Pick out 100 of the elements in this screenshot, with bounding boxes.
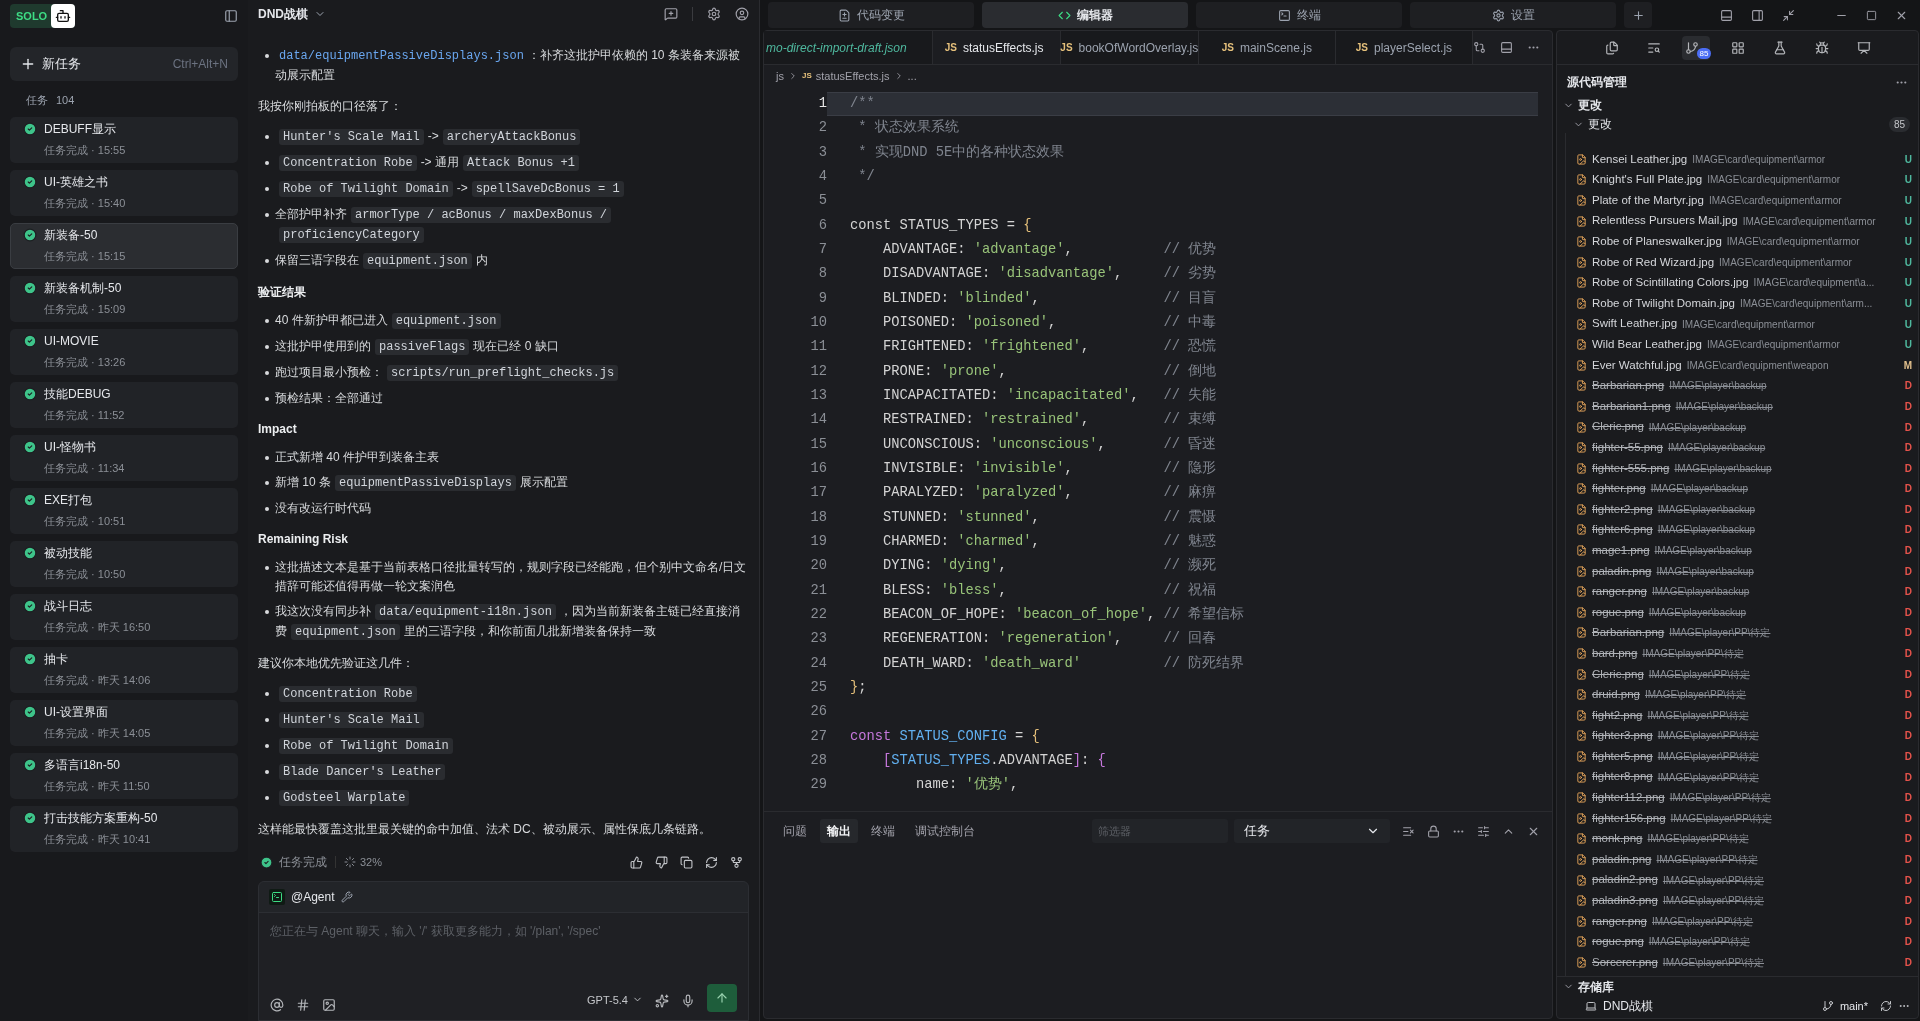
changed-file-row[interactable]: monk.png IMAGE\player\PP\待定 D (1566, 828, 1918, 850)
source-control-icon[interactable] (1684, 40, 1699, 55)
project-title[interactable]: DND战棋 (258, 5, 308, 23)
panel-tab[interactable]: 问题 (776, 819, 814, 843)
thumbs-up-icon[interactable] (630, 855, 643, 869)
changed-file-row[interactable]: Robe of Red Wizard.jpg IMAGE\card\equipment\armor U (1566, 251, 1918, 273)
changed-file-row[interactable]: paladin.png IMAGE\player\backup D (1566, 560, 1918, 582)
breadcrumb-item[interactable]: ... (907, 67, 917, 85)
changed-file-row[interactable]: rogue.png IMAGE\player\backup D (1566, 602, 1918, 623)
chat-input-field[interactable]: 您正在与 Agent 聊天，输入 '/' 获取更多能力，如 '/plan', '/spec' (259, 912, 748, 942)
image-icon[interactable] (322, 998, 336, 1012)
task-item[interactable]: UI-设置界面 任务完成 · 昨天 14:05 (10, 699, 238, 746)
extensions-icon[interactable] (1730, 40, 1745, 55)
task-item[interactable]: 被动技能 任务完成 · 10:50 (10, 540, 238, 587)
task-item[interactable]: UI-英雄之书 任务完成 · 15:40 (10, 169, 238, 216)
lock-icon[interactable] (1427, 824, 1440, 838)
changed-file-row[interactable]: fighter.png IMAGE\player\backup D (1566, 478, 1918, 500)
changed-file-row[interactable]: fighter156.png IMAGE\player\PP\待定 D (1566, 808, 1918, 829)
branch-icon[interactable] (730, 855, 743, 869)
changed-file-row[interactable]: fighter2.png IMAGE\player\backup D (1566, 499, 1918, 520)
view-tab[interactable]: 设置 (1410, 2, 1616, 28)
search-icon[interactable] (1646, 40, 1661, 55)
task-item[interactable]: 新装备-50 任务完成 · 15:15 (10, 222, 238, 269)
changed-file-row[interactable]: Wild Bear Leather.jpg IMAGE\card\equipment\armor U (1566, 334, 1918, 355)
output-channel-select[interactable]: 任务 (1234, 819, 1390, 843)
sidebar-toggle-icon[interactable] (224, 9, 238, 23)
editor-tab[interactable]: JS bookOfWordOverlay.js (1060, 31, 1199, 64)
compare-icon[interactable] (1473, 41, 1486, 54)
panel-tab[interactable]: 调试控制台 (908, 819, 982, 843)
breadcrumb-item[interactable]: js (776, 67, 784, 85)
changed-file-row[interactable]: fighter5.png IMAGE\player\PP\待定 D (1566, 746, 1918, 767)
changed-file-row[interactable]: mage1.png IMAGE\player\backup D (1566, 540, 1918, 561)
flask-icon[interactable] (1772, 40, 1787, 55)
section-header[interactable]: 更改 (1578, 96, 1602, 114)
task-item[interactable]: DEBUFF显示 任务完成 · 15:55 (10, 116, 238, 163)
new-chat-icon[interactable] (664, 7, 678, 21)
changed-file-row[interactable]: paladin2.png IMAGE\player\PP\待定 D (1566, 869, 1918, 891)
changed-file-row[interactable]: ranger.png IMAGE\player\PP\待定 D (1566, 910, 1918, 932)
collapse-icon[interactable] (1782, 8, 1795, 22)
editor-tab[interactable]: JS playerSelect.js (1335, 31, 1473, 64)
changed-file-row[interactable]: rogue.png IMAGE\player\PP\待定 D (1566, 931, 1918, 953)
changed-file-row[interactable]: Sorcerer.png IMAGE\player\PP\待定 D (1566, 952, 1918, 973)
changed-file-row[interactable]: fighter3.png IMAGE\player\PP\待定 D (1566, 725, 1918, 747)
changed-file-row[interactable]: fighter112.png IMAGE\player\PP\待定 D (1566, 787, 1918, 808)
sliders-icon[interactable] (1477, 824, 1490, 838)
repo-name[interactable]: DND战棋 (1603, 997, 1653, 1015)
changed-file-row[interactable]: fighter8.png IMAGE\player\PP\待定 D (1566, 766, 1918, 788)
mention-icon[interactable] (270, 998, 284, 1012)
task-item[interactable]: 新装备机制-50 任务完成 · 15:09 (10, 275, 238, 322)
settings-icon[interactable] (707, 7, 721, 21)
branch-name[interactable]: main* (1839, 997, 1868, 1015)
sparkle-icon[interactable] (655, 994, 669, 1008)
sync-icon[interactable] (1880, 1000, 1892, 1012)
changed-file-row[interactable]: paladin.png IMAGE\player\PP\待定 D (1566, 849, 1918, 870)
editor-tab[interactable]: mo-direct-import-draft.json (764, 31, 933, 64)
send-button[interactable] (707, 984, 737, 1012)
changed-file-row[interactable]: Kensei Leather.jpg IMAGE\card\equipment\armor U (1566, 149, 1918, 170)
changed-file-row[interactable]: Robe of Planeswalker.jpg IMAGE\card\equipment\armor U (1566, 231, 1918, 252)
mic-icon[interactable] (681, 994, 695, 1008)
task-item[interactable]: 技能DEBUG 任务完成 · 11:52 (10, 381, 238, 428)
task-item[interactable]: UI-怪物书 任务完成 · 11:34 (10, 434, 238, 481)
changed-file-row[interactable]: bard.png IMAGE\player\PP\待定 D (1566, 643, 1918, 664)
changed-file-row[interactable]: fighter6.png IMAGE\player\backup D (1566, 519, 1918, 541)
new-task-button[interactable]: 新任务 Ctrl+Alt+N (10, 47, 238, 81)
editor-tab[interactable]: JS mainScene.js (1198, 31, 1336, 64)
changed-file-row[interactable]: Cleric.png IMAGE\player\PP\待定 D (1566, 663, 1918, 685)
view-tab[interactable]: 代码变更 (768, 2, 974, 28)
add-tab-button[interactable] (1624, 2, 1652, 28)
changed-file-row[interactable]: paladin3.png IMAGE\player\PP\待定 D (1566, 890, 1918, 911)
changed-file-row[interactable]: ranger.png IMAGE\player\backup D (1566, 581, 1918, 603)
hash-icon[interactable] (296, 998, 310, 1012)
refresh-icon[interactable] (705, 855, 718, 869)
user-icon[interactable] (735, 7, 749, 21)
thumbs-down-icon[interactable] (655, 855, 668, 869)
panel-tab[interactable]: 输出 (820, 819, 858, 843)
task-item[interactable]: 打击技能方案重构-50 任务完成 · 昨天 10:41 (10, 805, 238, 852)
group-header[interactable]: 更改 (1588, 115, 1612, 133)
model-selector[interactable]: GPT-5.4 (587, 991, 643, 1008)
changed-file-row[interactable]: Robe of Twilight Domain.jpg IMAGE\card\equipment\arm... U (1566, 293, 1918, 314)
changed-file-row[interactable]: Robe of Scintillating Colors.jpg IMAGE\card\equipment\a... U (1566, 272, 1918, 294)
changed-file-row[interactable]: Ever Watchful.jpg IMAGE\card\equipment\weapon M (1566, 354, 1918, 376)
explorer-icon[interactable] (1604, 40, 1619, 55)
file-link[interactable]: data/equipmentPassiveDisplays.json (279, 49, 524, 63)
changed-file-row[interactable]: druid.png IMAGE\player\PP\待定 D (1566, 684, 1918, 706)
breadcrumb-item[interactable]: statusEffects.js (815, 67, 890, 85)
split-icon[interactable] (1500, 41, 1513, 54)
panel-tab[interactable]: 终端 (864, 819, 902, 843)
changed-file-row[interactable]: Barbarian.png IMAGE\player\PP\待定 D (1566, 622, 1918, 644)
changed-file-row[interactable]: Plate of the Martyr.jpg IMAGE\card\equipment\armor U (1566, 190, 1918, 211)
changed-file-row[interactable]: fighter-55.png IMAGE\player\backup D (1566, 437, 1918, 458)
changed-file-row[interactable]: Swift Leather.jpg IMAGE\card\equipment\armor U (1566, 313, 1918, 335)
debug-icon[interactable] (1814, 40, 1829, 55)
view-tab[interactable]: 编辑器 (982, 2, 1188, 28)
task-item[interactable]: 多语言i18n-50 任务完成 · 昨天 11:50 (10, 752, 238, 799)
clear-icon[interactable] (1402, 824, 1415, 838)
tools-icon[interactable] (340, 891, 353, 903)
section-header[interactable]: 存储库 (1578, 977, 1614, 996)
task-item[interactable]: EXE打包 任务完成 · 10:51 (10, 487, 238, 534)
changed-file-row[interactable]: Knight's Full Plate.jpg IMAGE\card\equipment\armor U (1566, 169, 1918, 191)
task-item[interactable]: 战斗日志 任务完成 · 昨天 16:50 (10, 593, 238, 640)
